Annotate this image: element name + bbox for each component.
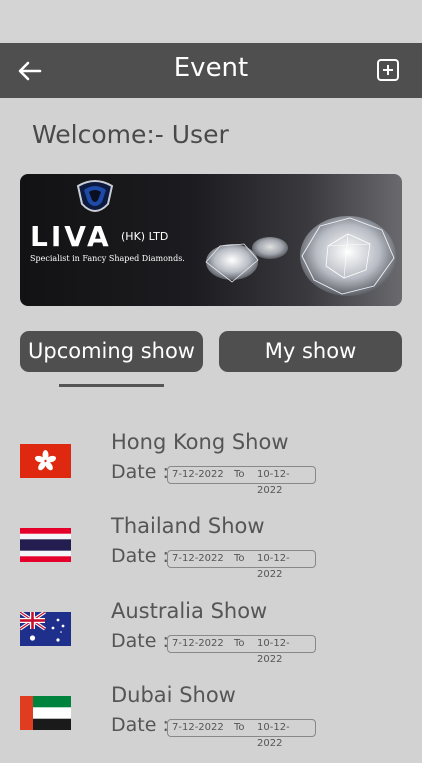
app-bar: Event — [0, 43, 422, 98]
start-date: 7-12-2022 — [172, 638, 224, 649]
status-bar-area — [0, 0, 422, 43]
date-label: Date : — [111, 714, 169, 736]
uae-flag-icon — [20, 696, 71, 730]
date-label: Date : — [111, 545, 169, 567]
list-item[interactable]: Australia Show Date : 7-12-2022 To 10-12… — [0, 599, 422, 679]
brand-name: LIVA — [30, 220, 112, 253]
show-name: Dubai Show — [111, 683, 236, 707]
to-label: To — [234, 469, 245, 480]
welcome-text: Welcome:- User — [32, 120, 229, 149]
page-title: Event — [173, 53, 249, 83]
thailand-flag-icon — [20, 528, 71, 562]
date-range: 7-12-2022 To 10-12-2022 — [167, 550, 316, 580]
date-label: Date : — [111, 461, 169, 483]
to-label: To — [234, 553, 245, 564]
start-date: 7-12-2022 — [172, 553, 224, 564]
end-date: 10-12-2022 — [257, 722, 290, 749]
brand-suffix: (HK) LTD — [121, 230, 169, 243]
end-date: 10-12-2022 — [257, 553, 290, 580]
to-label: To — [234, 638, 245, 649]
australia-flag-icon — [20, 612, 71, 646]
plus-square-icon[interactable] — [377, 59, 399, 81]
active-tab-indicator — [59, 384, 164, 387]
list-item[interactable]: Thailand Show Date : 7-12-2022 To 10-12-… — [0, 514, 422, 594]
brand-tagline: Specialist in Fancy Shaped Diamonds. — [30, 254, 185, 263]
diamonds-image — [205, 216, 396, 296]
list-item[interactable]: Dubai Show Date : 7-12-2022 To 10-12-202… — [0, 683, 422, 763]
tab-my-show[interactable]: My show — [219, 331, 402, 372]
list-item[interactable]: Hong Kong Show Date : 7-12-2022 To 10-12… — [0, 430, 422, 510]
date-range: 7-12-2022 To 10-12-2022 — [167, 635, 316, 665]
tab-upcoming-show[interactable]: Upcoming show — [20, 331, 203, 372]
date-label: Date : — [111, 630, 169, 652]
start-date: 7-12-2022 — [172, 722, 224, 733]
brand-banner: LIVA (HK) LTD Specialist in Fancy Shaped… — [20, 174, 402, 306]
hong-kong-flag-icon — [20, 444, 71, 478]
date-range: 7-12-2022 To 10-12-2022 — [167, 719, 316, 749]
show-name: Hong Kong Show — [111, 430, 289, 454]
date-range: 7-12-2022 To 10-12-2022 — [167, 466, 316, 496]
to-label: To — [234, 722, 245, 733]
show-name: Australia Show — [111, 599, 268, 623]
start-date: 7-12-2022 — [172, 469, 224, 480]
show-name: Thailand Show — [111, 514, 265, 538]
end-date: 10-12-2022 — [257, 469, 290, 496]
end-date: 10-12-2022 — [257, 638, 290, 665]
shield-logo-icon — [76, 180, 114, 212]
